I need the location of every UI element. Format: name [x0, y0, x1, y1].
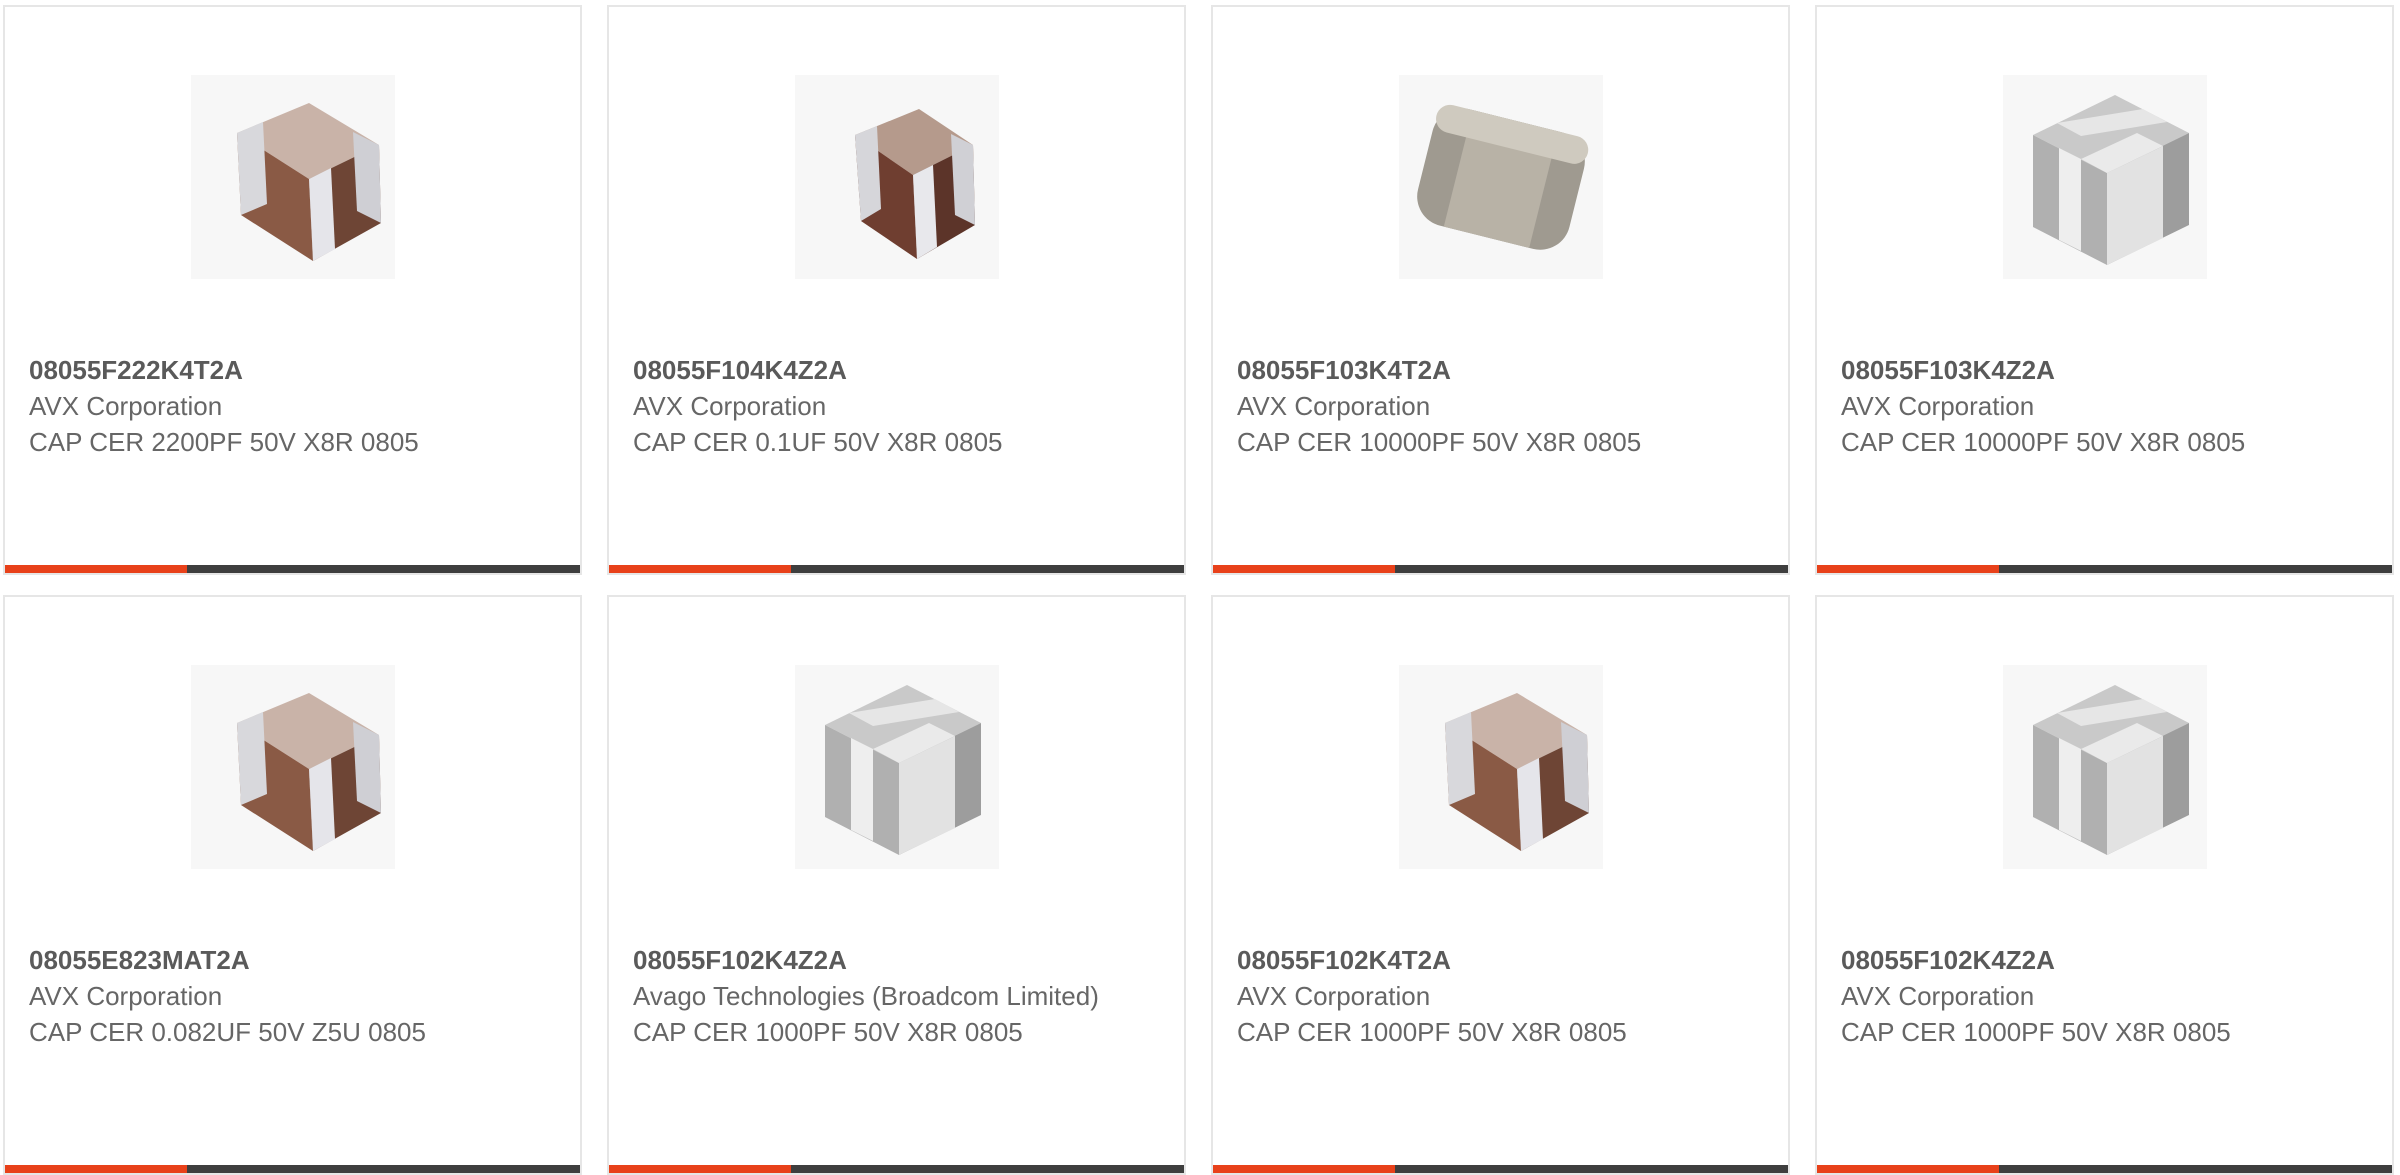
description: CAP CER 1000PF 50V X8R 0805 [633, 1017, 1023, 1047]
part-number[interactable]: 08055F102K4Z2A [633, 942, 1160, 978]
product-image-grey-capacitor [1398, 75, 1603, 279]
white-capacitor-icon [824, 685, 981, 855]
part-number[interactable]: 08055F102K4T2A [1237, 942, 1764, 978]
manufacturer: AVX Corporation [1841, 391, 2035, 421]
product-card[interactable]: 08055F104K4Z2A AVX Corporation CAP CER 0… [607, 5, 1186, 575]
brown-capacitor-icon [1444, 693, 1589, 851]
part-number[interactable]: 08055F103K4T2A [1237, 352, 1764, 388]
card-accent-bar [5, 1165, 187, 1173]
card-footer-bar [5, 565, 580, 573]
description: CAP CER 0.1UF 50V X8R 0805 [633, 427, 1003, 457]
product-image-brown-capacitor [190, 665, 395, 869]
product-card[interactable]: 08055F103K4T2A AVX Corporation CAP CER 1… [1211, 5, 1790, 575]
part-number[interactable]: 08055F104K4Z2A [633, 352, 1160, 388]
card-footer-bar [1213, 1165, 1788, 1173]
description: CAP CER 10000PF 50V X8R 0805 [1841, 427, 2246, 457]
product-card[interactable]: 08055F222K4T2A AVX Corporation CAP CER 2… [3, 5, 582, 575]
card-footer-bar [1817, 1165, 2392, 1173]
card-footer-bar [1213, 565, 1788, 573]
grey-rounded-capacitor-icon [1416, 104, 1588, 250]
card-footer-bar [5, 1165, 580, 1173]
product-card[interactable]: 08055F102K4Z2A AVX Corporation CAP CER 1… [1815, 595, 2394, 1175]
part-number[interactable]: 08055F222K4T2A [29, 352, 556, 388]
manufacturer: AVX Corporation [1841, 981, 2035, 1011]
product-image-white-capacitor [2002, 665, 2207, 869]
card-accent-bar [1213, 565, 1395, 573]
product-image-brown-capacitor [190, 75, 395, 279]
part-number[interactable]: 08055E823MAT2A [29, 942, 556, 978]
card-accent-bar [609, 1165, 791, 1173]
part-number[interactable]: 08055F102K4Z2A [1841, 942, 2368, 978]
card-accent-bar [1213, 1165, 1395, 1173]
product-card[interactable]: 08055F102K4Z2A Avago Technologies (Broad… [607, 595, 1186, 1175]
card-accent-bar [5, 565, 187, 573]
card-accent-bar [1817, 1165, 1999, 1173]
brown-capacitor-icon [236, 693, 381, 851]
card-accent-bar [609, 565, 791, 573]
card-footer-bar [1817, 565, 2392, 573]
white-capacitor-icon [2032, 95, 2189, 265]
product-grid: 08055F222K4T2A AVX Corporation CAP CER 2… [0, 0, 2400, 1175]
brown-capacitor-icon [854, 109, 975, 259]
manufacturer: AVX Corporation [29, 391, 223, 421]
product-card[interactable]: 08055F103K4Z2A AVX Corporation CAP CER 1… [1815, 5, 2394, 575]
product-card[interactable]: 08055E823MAT2A AVX Corporation CAP CER 0… [3, 595, 582, 1175]
card-accent-bar [1817, 565, 1999, 573]
manufacturer: Avago Technologies (Broadcom Limited) [633, 981, 1099, 1011]
manufacturer: AVX Corporation [1237, 391, 1431, 421]
description: CAP CER 2200PF 50V X8R 0805 [29, 427, 419, 457]
part-number[interactable]: 08055F103K4Z2A [1841, 352, 2368, 388]
description: CAP CER 10000PF 50V X8R 0805 [1237, 427, 1642, 457]
manufacturer: AVX Corporation [633, 391, 827, 421]
manufacturer: AVX Corporation [1237, 981, 1431, 1011]
brown-capacitor-icon [236, 103, 381, 261]
product-image-brown-capacitor [1398, 665, 1603, 869]
product-image-white-capacitor [2002, 75, 2207, 279]
product-card[interactable]: 08055F102K4T2A AVX Corporation CAP CER 1… [1211, 595, 1790, 1175]
product-image-white-capacitor [794, 665, 999, 869]
white-capacitor-icon [2032, 685, 2189, 855]
description: CAP CER 1000PF 50V X8R 0805 [1841, 1017, 2231, 1047]
product-image-brown-capacitor [794, 75, 999, 279]
description: CAP CER 0.082UF 50V Z5U 0805 [29, 1017, 426, 1047]
card-footer-bar [609, 565, 1184, 573]
manufacturer: AVX Corporation [29, 981, 223, 1011]
card-footer-bar [609, 1165, 1184, 1173]
description: CAP CER 1000PF 50V X8R 0805 [1237, 1017, 1627, 1047]
